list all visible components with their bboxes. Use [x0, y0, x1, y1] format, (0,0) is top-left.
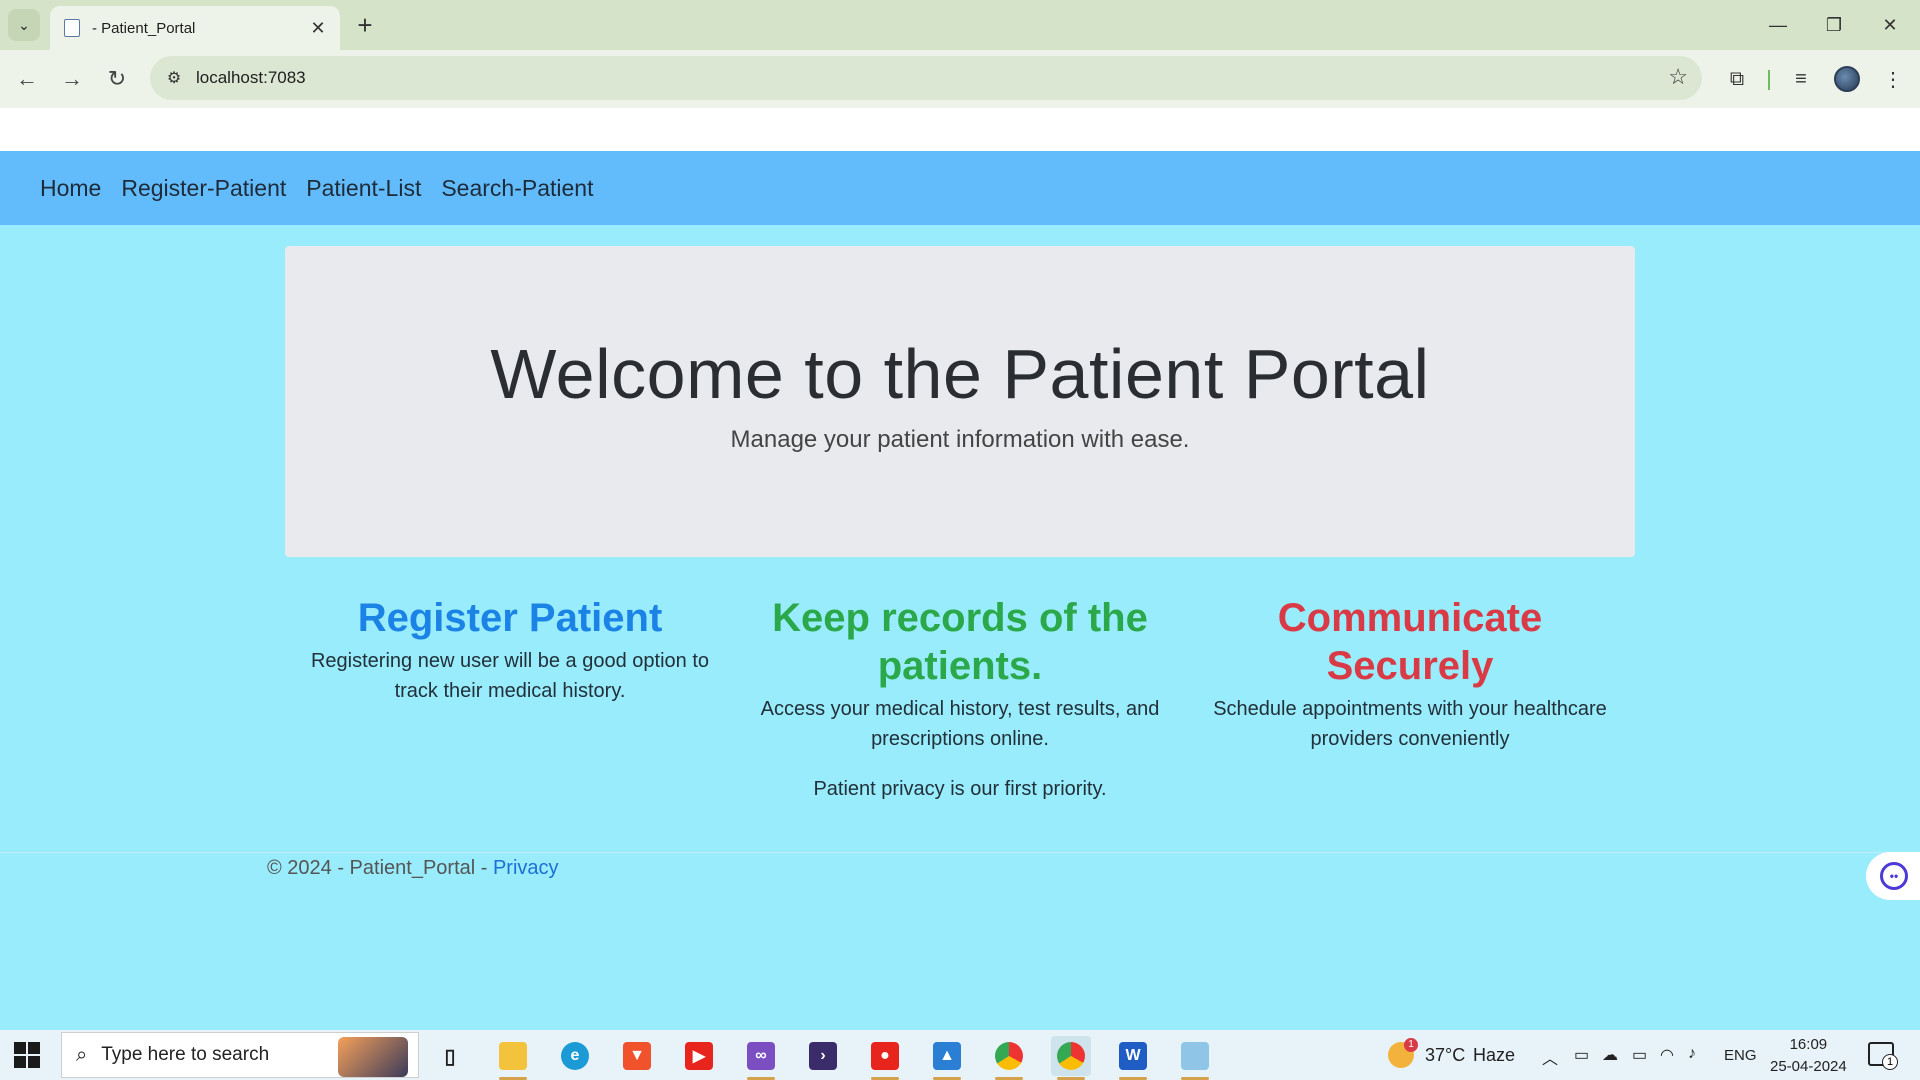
feature-title: Communicate Securely — [1277, 596, 1543, 688]
site-navbar: Home Register-Patient Patient-List Searc… — [0, 151, 1920, 225]
browser-toolbar: ← → ↻ ⚙ localhost:7083 ☆ ⧉ ≡ ⋮ — [0, 50, 1920, 108]
site-info-icon[interactable]: ⚙ — [162, 66, 186, 90]
notification-badge: 1 — [1882, 1054, 1898, 1070]
back-arrow-icon[interactable]: ← — [10, 62, 44, 96]
language-indicator[interactable]: ENG — [1724, 1047, 1757, 1064]
wifi-icon[interactable]: ◠ — [1660, 1045, 1674, 1065]
feature-communicate-securely: Communicate Securely Schedule appointmen… — [1185, 594, 1635, 804]
forward-arrow-icon[interactable]: → — [55, 62, 89, 96]
taskbar-search-input[interactable]: ⌕ Type here to search — [61, 1032, 419, 1078]
search-placeholder: Type here to search — [101, 1044, 270, 1065]
restore-button[interactable]: ❐ — [1806, 0, 1862, 50]
more-menu-icon[interactable]: ⋮ — [1878, 64, 1908, 94]
media-controls-icon[interactable]: ≡ — [1786, 64, 1816, 94]
url-text[interactable]: localhost:7083 — [196, 68, 306, 88]
nav-home[interactable]: Home — [40, 175, 101, 202]
battery-icon[interactable]: ▭ — [1632, 1045, 1647, 1065]
edge-icon[interactable]: e — [555, 1036, 595, 1076]
cloud-icon[interactable]: ☁ — [1602, 1045, 1618, 1065]
close-window-button[interactable]: ✕ — [1862, 0, 1918, 50]
tab-search-button[interactable]: ⌄ — [8, 9, 40, 41]
chrome-active-icon[interactable] — [1051, 1036, 1091, 1080]
feature-text: Access your medical history, test result… — [760, 698, 1160, 750]
nav-search-patient[interactable]: Search-Patient — [441, 175, 593, 202]
reload-icon[interactable]: ↻ — [100, 62, 134, 96]
page-subtitle: Manage your patient information with eas… — [730, 426, 1190, 453]
privacy-link[interactable]: Privacy — [493, 857, 559, 879]
search-icon: ⌕ — [76, 1043, 88, 1066]
nav-patient-list[interactable]: Patient-List — [306, 175, 421, 202]
meet-icon[interactable]: ▭ — [1574, 1045, 1589, 1065]
windows-taskbar: ⌕ Type here to search ▯ e ▼ ▶ ∞ › ● ▲ W … — [0, 1030, 1920, 1080]
weather-desc[interactable]: Haze — [1473, 1045, 1515, 1066]
toolbar-divider — [1768, 70, 1770, 90]
terminal-icon[interactable]: › — [803, 1036, 843, 1076]
task-view-icon[interactable]: ▯ — [430, 1036, 470, 1076]
feature-register-patient: Register Patient Registering new user wi… — [285, 594, 735, 804]
features-row: Register Patient Registering new user wi… — [285, 594, 1635, 804]
media-app-icon[interactable]: ● — [865, 1036, 905, 1080]
footer-divider — [0, 852, 1920, 853]
assistant-icon: •• — [1880, 862, 1908, 890]
new-tab-button[interactable]: + — [350, 10, 380, 40]
page-favicon-icon — [64, 19, 80, 37]
weather-badge: 1 — [1404, 1038, 1418, 1052]
browser-tab-bar: ⌄ - Patient_Portal ✕ + — ❐ ✕ — [0, 0, 1920, 50]
nav-register-patient[interactable]: Register-Patient — [121, 175, 286, 202]
address-bar[interactable]: ⚙ localhost:7083 ☆ — [150, 56, 1702, 100]
assistant-widget-button[interactable]: •• — [1866, 852, 1920, 900]
file-explorer-icon[interactable] — [493, 1036, 533, 1080]
extensions-icon[interactable]: ⧉ — [1722, 64, 1752, 94]
feature-title: Keep records of the patients. — [772, 596, 1148, 688]
welcome-jumbotron: Welcome to the Patient Portal Manage you… — [285, 246, 1635, 557]
close-tab-icon[interactable]: ✕ — [304, 14, 332, 42]
page-footer: © 2024 - Patient_Portal - Privacy — [267, 857, 559, 880]
profile-avatar[interactable] — [1834, 66, 1860, 92]
notepad-icon[interactable] — [1175, 1036, 1215, 1080]
page-title: Welcome to the Patient Portal — [490, 335, 1430, 413]
chrome-icon[interactable] — [989, 1036, 1029, 1080]
word-icon[interactable]: W — [1113, 1036, 1153, 1080]
feature-keep-records: Keep records of the patients. Access you… — [735, 594, 1185, 804]
visual-studio-icon[interactable]: ∞ — [741, 1036, 781, 1080]
windows-start-icon[interactable] — [14, 1042, 40, 1068]
feature-text: Registering new user will be a good opti… — [310, 650, 710, 702]
feature-extra-text: Patient privacy is our first priority. — [813, 778, 1107, 800]
footer-copyright: © 2024 - Patient_Portal - — [267, 857, 493, 879]
chevron-down-icon: ⌄ — [18, 16, 30, 33]
photos-icon[interactable]: ▲ — [927, 1036, 967, 1080]
brave-icon[interactable]: ▼ — [617, 1036, 657, 1076]
tab-title: - Patient_Portal — [92, 19, 196, 37]
youtube-icon[interactable]: ▶ — [679, 1036, 719, 1076]
bookmark-star-icon[interactable]: ☆ — [1668, 64, 1688, 90]
search-highlight-image — [338, 1037, 408, 1077]
system-clock[interactable]: 16:09 25-04-2024 — [1770, 1034, 1847, 1078]
feature-text: Schedule appointments with your healthca… — [1213, 698, 1607, 750]
browser-tab[interactable]: - Patient_Portal ✕ — [50, 6, 340, 50]
clock-date: 25-04-2024 — [1770, 1058, 1847, 1075]
clock-time: 16:09 — [1789, 1036, 1828, 1053]
volume-icon[interactable]: ♪ — [1688, 1045, 1696, 1063]
weather-temp[interactable]: 37°C — [1425, 1045, 1465, 1066]
page-top-blank — [0, 108, 1920, 151]
chevron-up-icon[interactable]: ︿ — [1542, 1045, 1558, 1069]
minimize-button[interactable]: — — [1750, 0, 1806, 50]
feature-title: Register Patient — [357, 596, 663, 640]
